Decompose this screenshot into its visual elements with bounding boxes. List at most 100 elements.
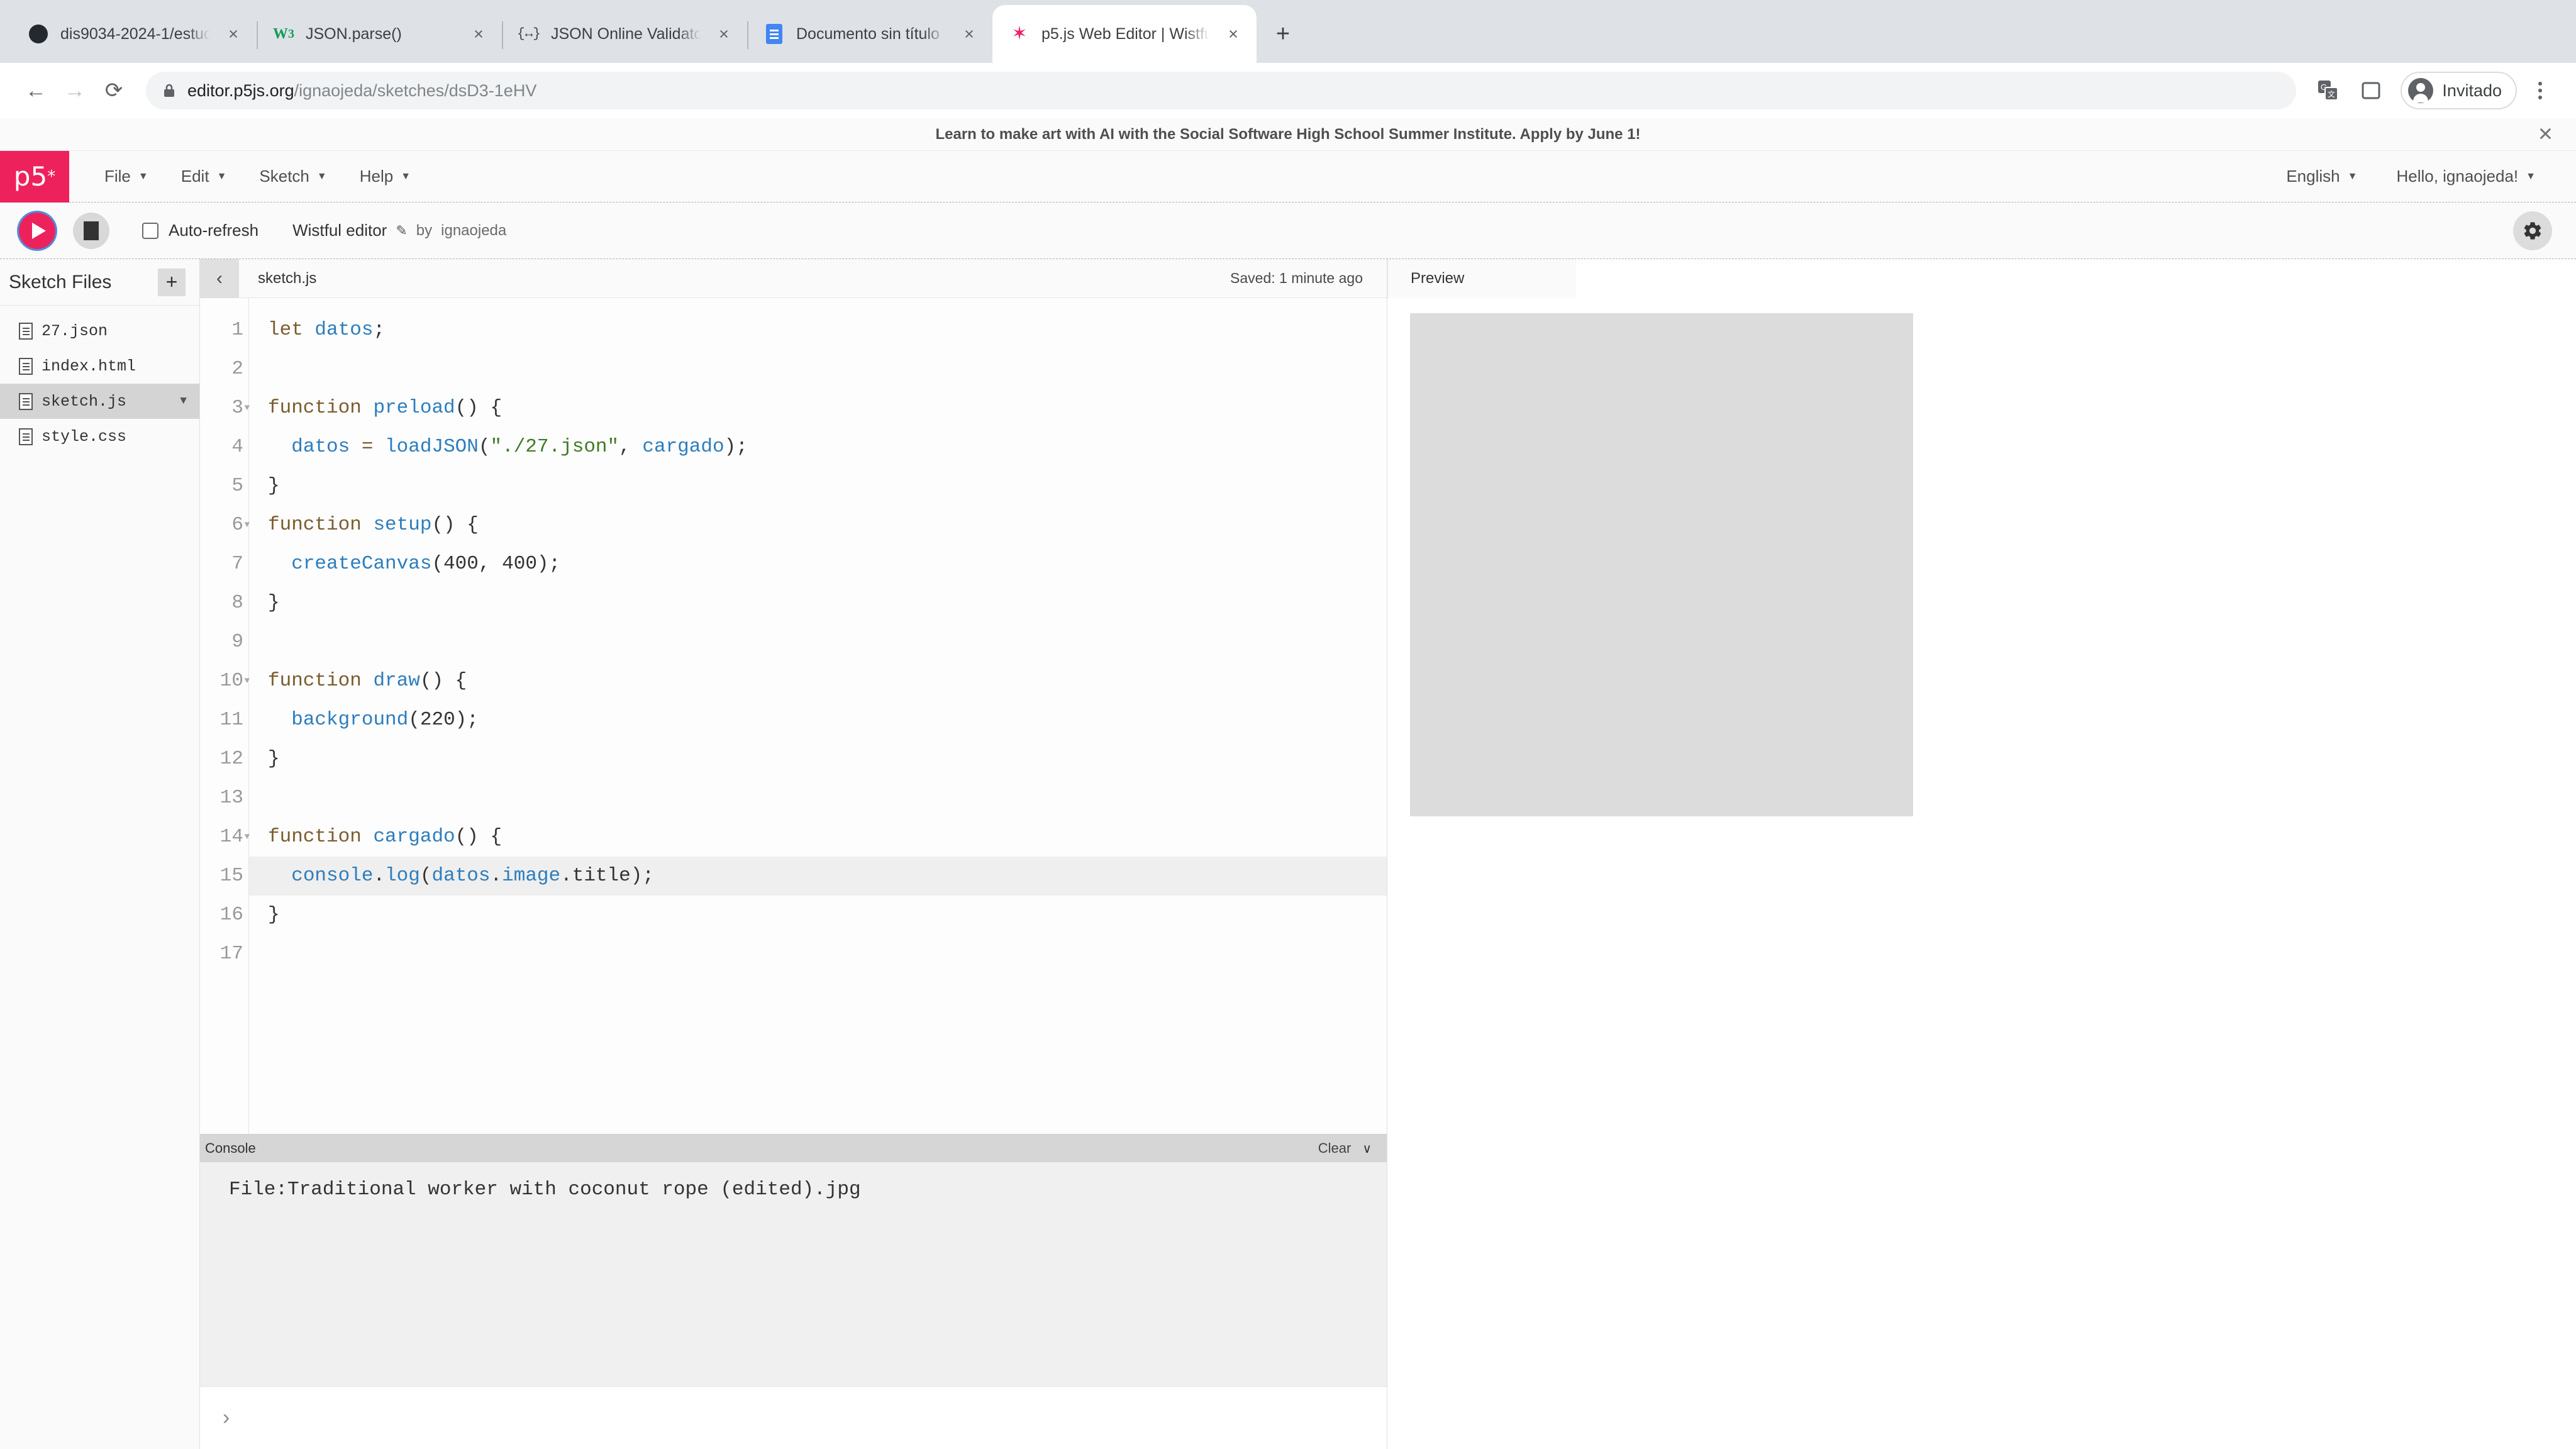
fold-arrow-icon[interactable]: ▼ [245,389,250,428]
code-token: draw [373,670,420,692]
code-editor[interactable]: 1 2 3 ▼ 4 5 6 ▼ 7 8 9 10 ▼ 11 12 13 14 ▼ 15 16 17 let datos;… [200,298,1387,1134]
code-token: ); [455,709,479,731]
by-label: by [416,221,433,239]
autorefresh-checkbox[interactable] [142,222,158,239]
promo-text: Learn to make art with AI with the Socia… [935,125,1641,143]
language-selector[interactable]: English ▼ [2270,167,2373,186]
sidebar-header: Sketch Files + [0,259,199,306]
p5-menubar: File ▼ Edit ▼ Sketch ▼ Help ▼ [88,167,427,186]
code-line[interactable]: let datos; [249,311,1387,350]
svg-text:文: 文 [2328,89,2335,99]
line-number: 13 [219,787,243,809]
code-line[interactable] [249,779,1387,818]
code-line[interactable]: console.log(datos.image.title); [249,857,1387,896]
forward-icon[interactable]: → [55,71,94,110]
stop-button[interactable] [73,212,109,249]
code-line[interactable]: } [249,896,1387,935]
browser-tab-title: JSON.parse() [306,25,402,43]
chevron-down-icon: ▼ [401,170,411,182]
console-input[interactable]: › [200,1386,1387,1449]
reload-icon[interactable]: ⟳ [94,71,133,110]
sidepanel-icon[interactable] [2351,71,2390,110]
console-clear-button[interactable]: Clear [1318,1140,1352,1157]
play-button[interactable] [19,212,55,249]
back-icon[interactable]: ← [16,71,55,110]
code-token: 220 [419,709,455,731]
code-line[interactable]: createCanvas(400, 400); [249,545,1387,584]
code-line[interactable]: } [249,740,1387,779]
file-icon [19,357,33,375]
browser-tab-4-active[interactable]: ✶ p5.js Web Editor | Wistful edito × [992,5,1257,63]
line-number: 17 [219,943,243,965]
browser-toolbar-right: G文 Invitado [2309,71,2560,110]
tab-close-icon[interactable]: × [1221,22,1245,46]
code-line[interactable]: } [249,584,1387,623]
chevron-down-icon[interactable]: ∨ [1362,1141,1372,1157]
code-line[interactable] [249,935,1387,974]
code-line[interactable]: function draw() { [249,662,1387,701]
preview-column: Preview [1387,259,2576,1449]
fold-arrow-icon[interactable]: ▼ [245,662,250,701]
address-bar[interactable]: editor.p5js.org/ignaojeda/sketches/dsD3-… [146,72,2297,109]
code-line[interactable]: function cargado() { [249,818,1387,857]
fold-arrow-icon[interactable]: ▼ [245,818,250,857]
line-number: 4 [231,436,243,458]
language-label: English [2286,167,2340,186]
code-line[interactable]: datos = loadJSON("./27.json", cargado); [249,428,1387,467]
new-tab-button[interactable]: + [1264,15,1302,53]
file-item-style-css[interactable]: style.css [0,419,199,454]
code-line[interactable]: } [249,467,1387,506]
file-item-sketch-js[interactable]: sketch.js ▼ [0,384,199,419]
browser-tab-3[interactable]: Documento sin título - Docume × [747,5,992,63]
autorefresh-toggle[interactable]: Auto-refresh [142,221,258,240]
code-line[interactable] [249,350,1387,389]
browser-tab-1[interactable]: W3 JSON.parse() × [257,5,502,63]
collapse-sidebar-button[interactable]: ‹ [200,258,239,298]
sketch-name[interactable]: Wistful editor [292,221,387,240]
add-file-button[interactable]: + [158,268,186,296]
line-number: 10 ▼ [200,662,250,701]
tab-close-icon[interactable]: × [221,22,245,46]
tab-close-icon[interactable]: × [467,22,491,46]
chevron-down-icon[interactable]: ▼ [180,395,187,408]
tab-close-icon[interactable]: × [712,22,736,46]
console-output: File:Traditional worker with coconut rop… [200,1162,1387,1386]
menu-label: File [104,167,131,186]
fold-arrow-icon[interactable]: ▼ [245,506,250,545]
menu-sketch[interactable]: Sketch ▼ [243,167,343,186]
p5-logo[interactable]: p5 * [0,150,69,203]
sketch-canvas[interactable] [1410,313,1913,816]
menu-file[interactable]: File ▼ [88,167,165,186]
code-token: datos [291,436,350,458]
browser-tab-0[interactable]: dis9034-2024-1/estudiantes/17 × [11,5,257,63]
url-domain: editor.p5js.org [187,80,294,100]
code-line[interactable]: background(220); [249,701,1387,740]
translate-icon[interactable]: G文 [2309,71,2348,110]
line-number: 1 [231,319,243,341]
settings-button[interactable] [2513,211,2552,250]
file-item-index-html[interactable]: index.html [0,348,199,384]
code-line[interactable]: function setup() { [249,506,1387,545]
menu-edit[interactable]: Edit ▼ [165,167,243,186]
code-line[interactable]: function preload() { [249,389,1387,428]
sketch-author[interactable]: ignaojeda [441,222,506,240]
browser-tab-2[interactable]: {↔} JSON Online Validator and Form × [502,5,747,63]
code-token: function [268,826,374,848]
account-menu[interactable]: Hello, ignaojeda! ▼ [2380,167,2552,186]
pencil-icon[interactable]: ✎ [396,223,407,239]
line-number: 12 [219,748,243,770]
json-braces-icon: {↔} [517,26,541,42]
browser-menu-icon[interactable] [2521,71,2560,110]
code-line[interactable] [249,623,1387,662]
code-content[interactable]: let datos; function preload() { datos = … [249,298,1387,1134]
editor-filename: sketch.js [258,269,317,287]
tab-close-icon[interactable]: × [957,22,981,46]
close-icon[interactable]: ✕ [2538,123,2553,145]
file-item-27-json[interactable]: 27.json [0,313,199,348]
profile-button[interactable]: Invitado [2401,72,2517,109]
menu-help[interactable]: Help ▼ [343,167,427,186]
line-number: 14 ▼ [200,818,250,857]
line-number: 15 [219,865,243,887]
lock-icon [162,83,176,98]
